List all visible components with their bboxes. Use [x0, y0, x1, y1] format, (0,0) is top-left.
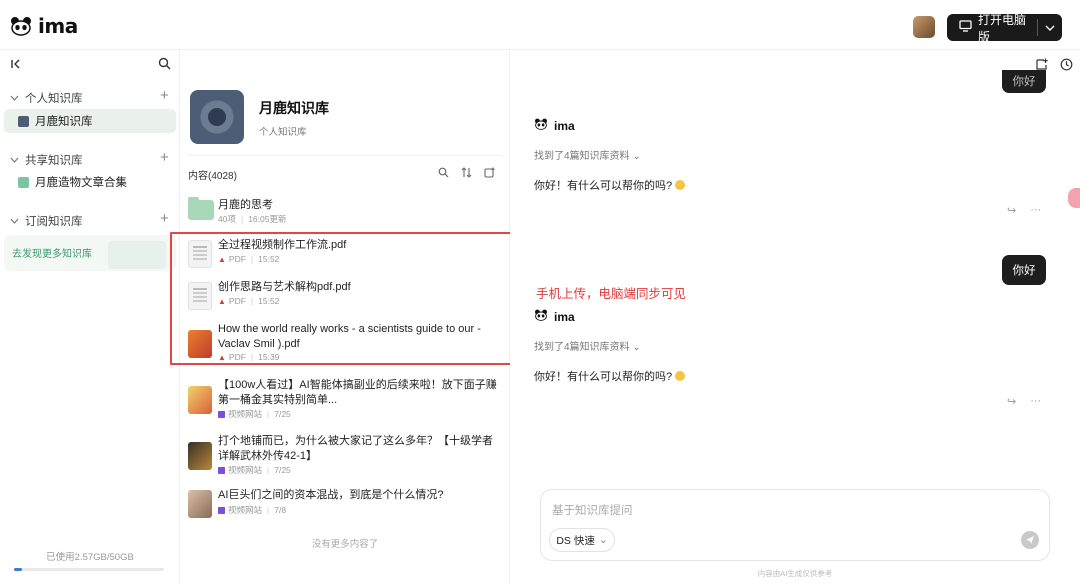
message-actions: ↪ ···: [1007, 204, 1041, 217]
add-content-icon[interactable]: [484, 167, 495, 181]
kb-thumbnail-icon: [18, 115, 29, 127]
chevron-down-icon: ⌄: [632, 342, 641, 353]
history-clock-icon[interactable]: [1060, 58, 1073, 74]
item-meta: 40项 | 16:05更新: [218, 214, 287, 224]
content-toolbar: [438, 167, 495, 181]
monitor-icon: [959, 20, 972, 35]
search-icon[interactable]: [438, 167, 449, 181]
panda-logo-icon: [534, 118, 548, 133]
more-icon[interactable]: ···: [1030, 204, 1041, 217]
item-meta: 视频网站 | 7/25: [218, 464, 291, 476]
video-site-icon: [218, 466, 225, 474]
smile-emoji-icon: [675, 371, 686, 381]
bot-header: ima: [534, 118, 575, 133]
user-message-bubble: 你好: [1002, 70, 1046, 93]
found-references-toggle[interactable]: 找到了4篇知识库资料 ⌄: [534, 338, 641, 353]
add-shared-kb-icon[interactable]: +: [160, 149, 169, 166]
bot-header: ima: [534, 309, 575, 324]
search-icon[interactable]: [158, 57, 172, 71]
sidebar-item-label: 月鹿知识库: [35, 116, 93, 128]
floating-helper-badge[interactable]: [1068, 188, 1080, 208]
no-more-content: 没有更多内容了: [311, 539, 379, 550]
sidebar-item-yuelu-kb[interactable]: 月鹿知识库: [4, 109, 176, 133]
video-thumbnail: [188, 442, 212, 470]
send-icon[interactable]: [1021, 531, 1039, 549]
bot-name: ima: [554, 309, 575, 324]
sidebar-item-label: 月鹿造物文章合集: [35, 177, 127, 189]
item-meta: 视频网站 | 7/25: [218, 408, 291, 420]
bot-reply: 你好！有什么可以帮你的吗?: [534, 177, 686, 193]
divider: [188, 155, 502, 156]
chat-panel: 你好 ima 找到了4篇知识库资料 ⌄ 你好！有什么可以帮你的吗? ↪ ··· …: [510, 50, 1080, 584]
item-title: AI巨头们之间的资本混战，到底是个什么情况?: [218, 489, 444, 501]
add-subscribed-kb-icon[interactable]: +: [160, 210, 169, 227]
found-references-toggle[interactable]: 找到了4篇知识库资料 ⌄: [534, 147, 641, 162]
share-icon[interactable]: ↪: [1007, 204, 1016, 217]
discover-illustration: [108, 241, 166, 269]
collapse-sidebar-icon[interactable]: [10, 58, 24, 72]
list-item-video[interactable]: 【100w人看过】AI智能体搞副业的后续来啦！放下面子赚第一桶金其实特别简单..…: [188, 376, 504, 422]
storage-usage-text: 已使用2.57GB/50GB: [46, 552, 134, 563]
item-title: 打个地铺而已，为什么被大家记了这么多年？【十级学者详解武林外传42-1】: [218, 435, 493, 462]
item-meta: 视频网站 | 7/8: [218, 504, 286, 516]
user-message-bubble: 你好: [1002, 255, 1046, 285]
shared-kb-label: 共享知识库: [25, 155, 83, 167]
video-thumbnail: [188, 386, 212, 414]
discover-more-kb[interactable]: 去发现更多知识库: [4, 235, 176, 271]
message-actions: ↪ ···: [1007, 395, 1041, 408]
shared-kb-section[interactable]: 共享知识库 +: [10, 149, 169, 168]
subscribed-kb-section[interactable]: 订阅知识库 +: [10, 210, 169, 229]
kb-title: 月鹿知识库: [259, 100, 329, 116]
top-bar: ima 打开电脑版: [0, 0, 1080, 50]
sort-icon[interactable]: [461, 167, 472, 181]
chevron-down-icon: [10, 92, 19, 104]
ai-disclaimer: 内容由AI生成仅供参考: [757, 569, 833, 578]
bot-name: ima: [554, 118, 575, 133]
kb-subtitle: 个人知识库: [259, 127, 307, 138]
panda-logo-icon: [10, 16, 32, 36]
video-thumbnail: [188, 490, 212, 518]
list-item-video[interactable]: 打个地铺而已，为什么被大家记了这么多年？【十级学者详解武林外传42-1】 视频网…: [188, 432, 504, 478]
folder-icon: [188, 197, 214, 220]
chevron-down-icon: ⌄: [632, 151, 641, 162]
storage-progress-fill: [14, 568, 22, 571]
annotation-text: 手机上传，电脑端同步可见: [536, 287, 687, 301]
smile-emoji-icon: [675, 180, 686, 190]
panda-logo-icon: [534, 309, 548, 324]
subscribed-kb-label: 订阅知识库: [25, 216, 83, 228]
chevron-down-icon[interactable]: [1038, 14, 1062, 41]
share-icon[interactable]: ↪: [1007, 395, 1016, 408]
model-selector[interactable]: DS 快速 ⌄: [549, 528, 615, 552]
highlight-box: [170, 232, 516, 365]
image-icon: [18, 176, 29, 188]
video-site-icon: [218, 506, 225, 514]
video-site-icon: [218, 410, 225, 418]
open-desktop-button[interactable]: 打开电脑版: [947, 13, 1062, 44]
open-desktop-label: 打开电脑版: [978, 12, 1027, 44]
discover-label: 去发现更多知识库: [12, 249, 92, 260]
bot-reply: 你好！有什么可以帮你的吗?: [534, 368, 686, 384]
user-avatar[interactable]: [913, 16, 935, 38]
chat-input-box[interactable]: 基于知识库提问 DS 快速 ⌄: [540, 489, 1050, 561]
sidebar: 个人知识库 + 月鹿知识库 共享知识库 + 月鹿造物文章合集 订阅知识库 + 去…: [0, 50, 180, 584]
personal-kb-label: 个人知识库: [25, 93, 83, 105]
content-count: 内容(4028): [188, 171, 237, 182]
app-logo[interactable]: ima: [10, 14, 78, 38]
storage-progress-bar: [14, 568, 164, 571]
add-personal-kb-icon[interactable]: +: [160, 87, 169, 104]
more-icon[interactable]: ···: [1030, 395, 1041, 408]
list-item-video[interactable]: AI巨头们之间的资本混战，到底是个什么情况? 视频网站 | 7/8: [188, 486, 504, 528]
chevron-down-icon: [10, 215, 19, 227]
chevron-down-icon: ⌄: [598, 534, 608, 546]
item-title: 【100w人看过】AI智能体搞副业的后续来啦！放下面子赚第一桶金其实特别简单..…: [218, 379, 497, 406]
kb-cover-image: [190, 90, 244, 144]
item-title: 月鹿的思考: [218, 199, 273, 211]
chevron-down-icon: [10, 154, 19, 166]
sidebar-item-yuelu-articles[interactable]: 月鹿造物文章合集: [4, 170, 176, 194]
personal-kb-section[interactable]: 个人知识库 +: [10, 87, 169, 106]
chat-input-placeholder[interactable]: 基于知识库提问: [552, 502, 633, 518]
logo-text: ima: [38, 14, 78, 38]
